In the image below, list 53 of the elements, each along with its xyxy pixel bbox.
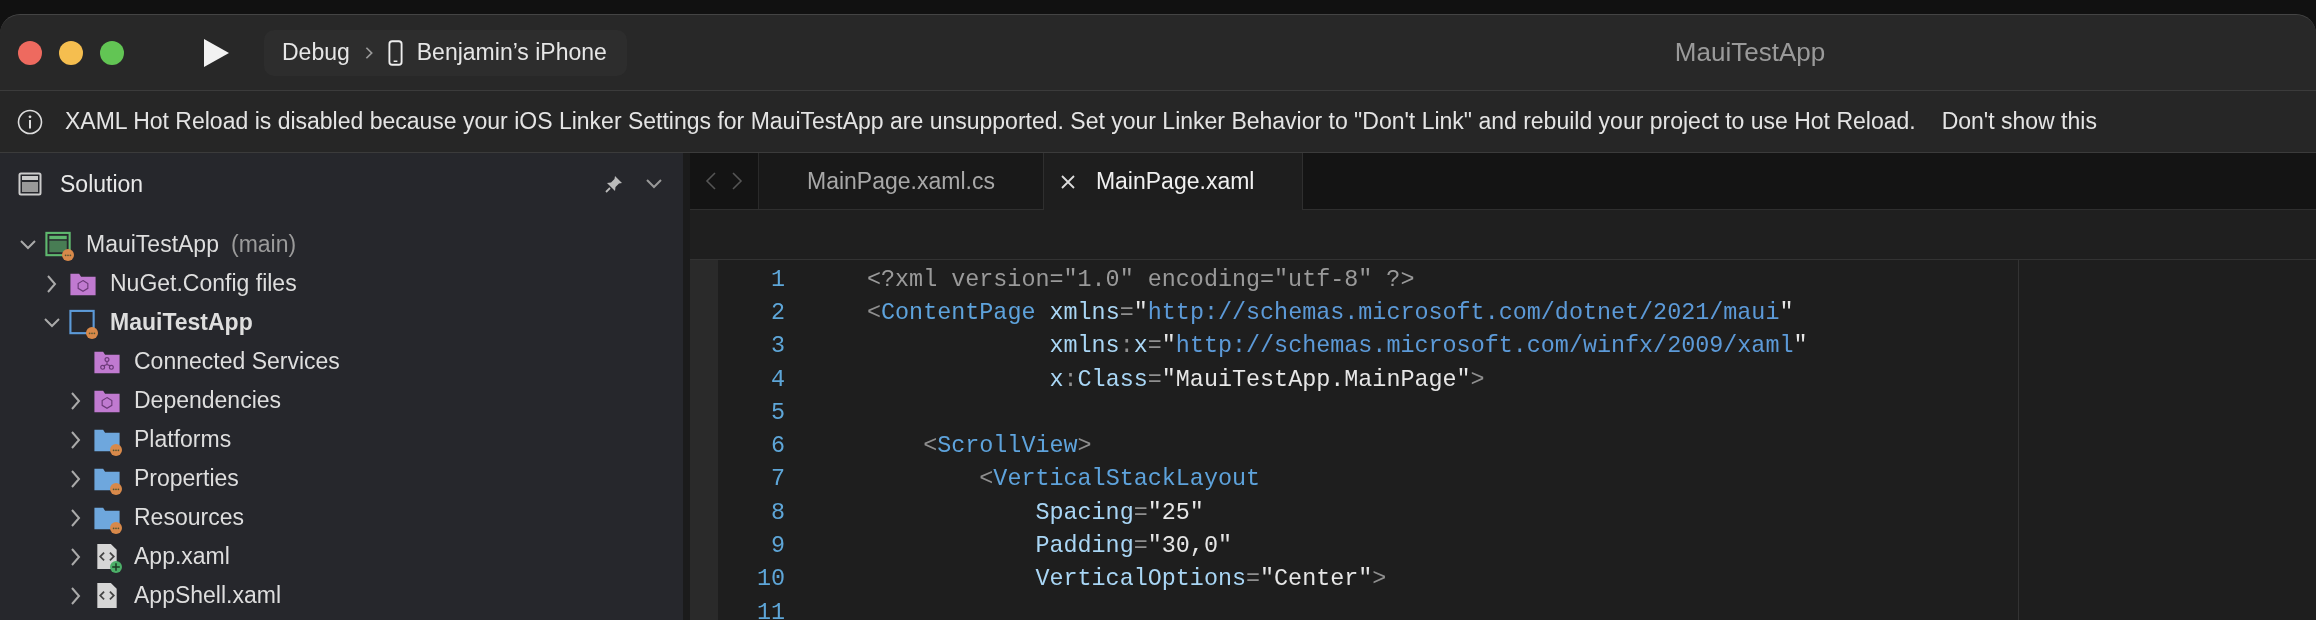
panel-title: Solution <box>60 170 144 198</box>
tree-item[interactable]: Platforms <box>134 426 232 453</box>
tree-item[interactable]: MauiTestApp <box>86 231 219 258</box>
code-line: xmlns:x="http://schemas.microsoft.com/winfx/2009/xaml" <box>1048 333 1808 360</box>
run-button[interactable] <box>202 37 230 68</box>
code-line: Spacing="25" <box>1034 499 1204 526</box>
info-icon <box>17 108 43 135</box>
code-line: Padding="30,0" <box>1034 533 1232 559</box>
code-line: <?xml version="1.0" encoding="utf-8" ?> <box>867 266 1415 293</box>
close-button[interactable] <box>18 40 42 65</box>
forward-icon[interactable] <box>731 171 743 191</box>
line-number: 1 <box>769 266 785 293</box>
code-line: <ScrollView> <box>922 433 1092 460</box>
tree-item[interactable]: Resources <box>134 504 244 531</box>
tree-item[interactable]: MauiTestApp <box>110 309 253 336</box>
panel-icon <box>18 172 42 196</box>
run-target-selector[interactable]: Debug Benjamin’s iPhone <box>264 29 627 76</box>
zoom-button[interactable] <box>100 40 124 65</box>
line-number: 5 <box>769 399 785 426</box>
close-icon[interactable] <box>1059 173 1076 190</box>
line-number: 4 <box>769 366 785 393</box>
tree-item[interactable]: Dependencies <box>134 387 282 414</box>
editor-tab[interactable]: MainPage.xaml <box>1043 153 1304 210</box>
tree-item[interactable]: Properties <box>134 465 239 492</box>
code-line: VerticalOptions="Center"> <box>1034 566 1387 593</box>
line-number: 6 <box>769 433 785 460</box>
tree-item[interactable]: App.xaml <box>134 543 230 570</box>
minimize-button[interactable] <box>59 40 83 65</box>
device-label: Benjamin’s iPhone <box>416 39 607 66</box>
tree-item[interactable]: NuGet.Config files <box>110 270 297 297</box>
dismiss-link[interactable]: Don't show this <box>1941 108 2097 135</box>
branch-label: (main) <box>230 231 297 258</box>
line-number: 7 <box>769 466 785 493</box>
tree-item[interactable]: AppShell.xaml <box>134 582 282 609</box>
line-number: 2 <box>769 299 785 326</box>
tree-item[interactable]: Connected Services <box>134 348 340 375</box>
phone-icon <box>387 38 403 67</box>
line-number: 3 <box>769 333 785 360</box>
chevron-down-icon[interactable] <box>645 177 663 191</box>
line-number: 8 <box>769 499 785 526</box>
info-message: XAML Hot Reload is disabled because your iOS Linker Settings for MauiTestApp are unsupported. Set your Linker Behavior to "Don't Link" and rebuild your project to use Hot Reload. <box>65 108 1916 135</box>
code-line: x:Class="MauiTestApp.MainPage"> <box>1048 366 1485 393</box>
editor-tab[interactable]: MainPage.xaml.cs <box>759 153 1044 209</box>
chevron-right-icon <box>363 45 374 60</box>
code-line: <VerticalStackLayout <box>978 466 1261 493</box>
code-line: <ContentPage xmlns="http://schemas.microsoft.com/dotnet/2021/maui" <box>867 299 1794 326</box>
window-title: MauiTestApp <box>1673 37 1827 68</box>
configuration-label: Debug <box>282 39 350 66</box>
line-number: 10 <box>755 566 785 593</box>
back-icon[interactable] <box>705 171 717 191</box>
pin-icon[interactable] <box>605 175 623 193</box>
line-number: 9 <box>769 533 785 559</box>
line-number: 11 <box>755 599 785 620</box>
